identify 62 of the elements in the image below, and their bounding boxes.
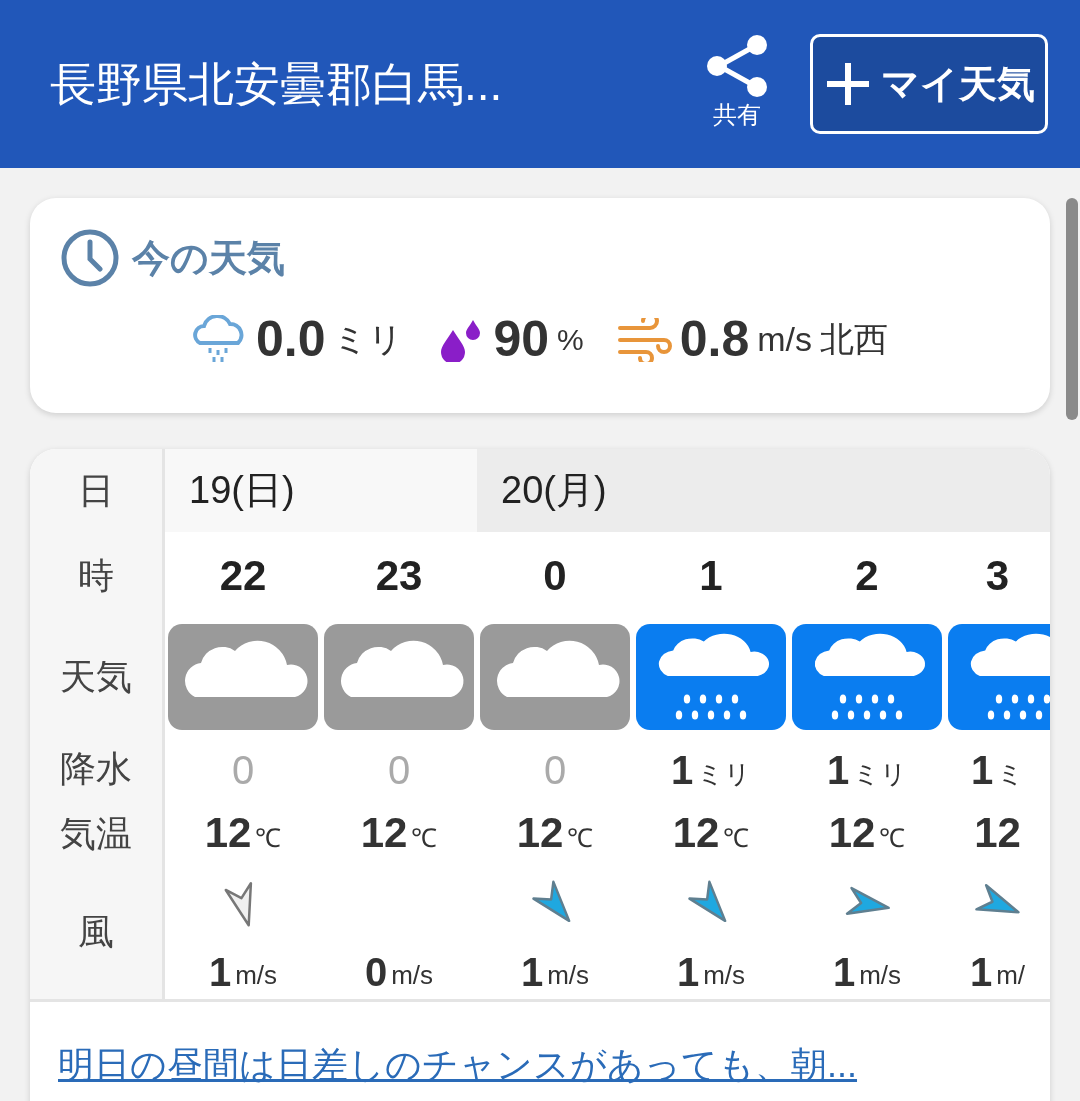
hour-label: 22 <box>219 551 267 601</box>
temperature-unit: ℃ <box>879 822 906 855</box>
humidity-value: 90 <box>493 310 550 369</box>
hour-label: 23 <box>375 551 423 601</box>
row-label: 時 <box>78 553 114 598</box>
wind-icon <box>615 317 672 362</box>
precip-value: 0 <box>387 747 411 794</box>
wind-speed-value: 1 <box>520 948 544 996</box>
temperature-value: 12 <box>828 808 876 858</box>
temperature-value: 12 <box>516 808 564 858</box>
precip-unit: ミ <box>997 758 1025 791</box>
day-header: 19(日) <box>165 449 477 532</box>
clock-icon <box>60 228 120 288</box>
precip-value: 1 <box>670 747 694 794</box>
temperature-value: 12 <box>672 808 720 858</box>
temperature-value: 12 <box>204 808 252 858</box>
wind-speed-value: 1 <box>832 948 856 996</box>
hour-label: 3 <box>985 551 1010 601</box>
wind-speed-unit: m/s <box>757 319 813 360</box>
precip-value: 0 <box>231 747 255 794</box>
wind-speed-value: 0 <box>364 948 388 996</box>
temperature-unit: ℃ <box>723 822 750 855</box>
precipitation-unit: ミリ <box>333 319 404 360</box>
current-weather-title: 今の天気 <box>132 235 285 281</box>
hour-label: 2 <box>855 551 879 601</box>
share-icon <box>704 35 770 97</box>
wind-speed-value: 0.8 <box>679 310 750 369</box>
precip-value: 1 <box>826 747 850 794</box>
wind-speed-value: 1 <box>208 948 232 996</box>
temperature-value: 12 <box>974 808 1021 858</box>
wind-speed-unit: m/s <box>547 959 590 992</box>
precip-value: 0 <box>543 747 567 794</box>
location-title: 長野県北安曇郡白馬... <box>50 56 504 112</box>
row-label: 天気 <box>60 654 132 699</box>
humidity-unit: % <box>557 322 584 358</box>
temperature-unit: ℃ <box>567 822 594 855</box>
temperature-value: 12 <box>360 808 408 858</box>
row-label: 日 <box>78 468 114 513</box>
wind-speed-unit: m/s <box>235 959 278 992</box>
row-label: 風 <box>78 909 114 954</box>
share-button[interactable]: 共有 <box>704 35 770 133</box>
precipitation-value: 0.0 <box>255 310 326 369</box>
wind-speed-unit: m/s <box>703 959 746 992</box>
hour-label: 1 <box>699 551 723 601</box>
precip-value: 1 <box>970 747 994 794</box>
wind-speed-value: 1 <box>676 948 700 996</box>
hour-label: 0 <box>543 551 567 601</box>
day-header: 20(月) <box>477 449 1050 532</box>
wind-speed-value: 1 <box>969 948 993 996</box>
temperature-unit: ℃ <box>255 822 282 855</box>
scrollbar[interactable] <box>1066 198 1078 420</box>
forecast-summary-link[interactable]: 明日の昼間は日差しのチャンスがあっても、朝... <box>58 1044 857 1085</box>
wind-direction: 北西 <box>820 319 889 360</box>
precip-unit: ミリ <box>697 758 752 791</box>
row-label: 降水 <box>60 747 132 791</box>
precip-unit: ミリ <box>853 758 908 791</box>
row-label: 気温 <box>60 812 132 856</box>
temperature-unit: ℃ <box>411 822 438 855</box>
my-weather-button[interactable]: マイ天気 <box>810 34 1048 134</box>
wind-speed-unit: m/s <box>859 959 902 992</box>
wind-speed-unit: m/s <box>391 959 434 992</box>
wind-speed-unit: m/ <box>996 959 1026 992</box>
